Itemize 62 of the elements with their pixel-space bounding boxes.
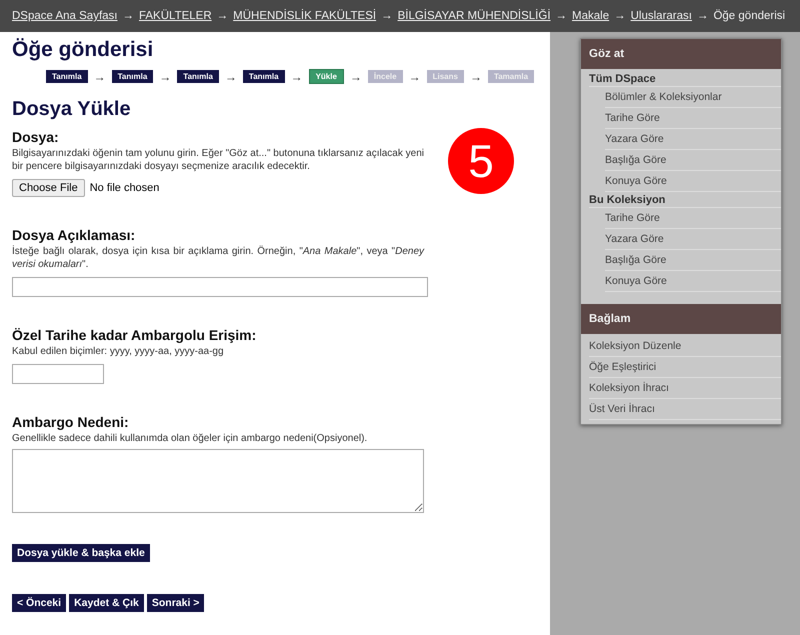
sidebar-link[interactable]: Tarihe Göre — [605, 108, 781, 129]
step-arrow: → — [290, 70, 303, 84]
sidebar-link[interactable]: Öğe Eşleştirici — [589, 357, 781, 378]
breadcrumb-separator: → — [614, 10, 626, 22]
sidebar-group-heading: Bu Koleksiyon — [589, 192, 781, 208]
step-arrow: → — [350, 70, 362, 84]
field-help: Genellikle sadece dahili kullanımda olan öğeler için ambargo nedeni(Opsiyonel). — [12, 432, 368, 445]
breadcrumb-separator: → — [696, 10, 708, 22]
nav-button[interactable]: < Önceki — [12, 594, 66, 612]
sidebar-link[interactable]: Başlığa Göre — [605, 250, 781, 271]
reason-textarea[interactable] — [12, 449, 424, 513]
breadcrumb-separator: → — [216, 10, 228, 22]
breadcrumb-separator: → — [556, 10, 568, 22]
step-arrow: → — [470, 70, 482, 84]
breadcrumb-link[interactable]: Makale — [572, 10, 610, 22]
breadcrumb-link[interactable]: MÜHENDİSLİK FAKÜLTESİ — [233, 10, 376, 22]
field-help: Kabul edilen biçimler: yyyy, yyyy-aa, yyyy-aa-gg — [12, 345, 225, 358]
sidebar-link[interactable]: Koleksiyon İhracı — [589, 378, 781, 399]
breadcrumb-link[interactable]: Uluslararası — [630, 10, 692, 22]
step-arrow: → — [224, 70, 237, 84]
sidebar-link[interactable]: Bölümler & Koleksiyonlar — [605, 87, 781, 108]
sidebar-link[interactable]: Yazara Göre — [605, 129, 781, 150]
progress-step[interactable]: Tanımla — [242, 70, 285, 83]
sidebar-link[interactable]: Koleksiyon Düzenle — [589, 336, 781, 357]
breadcrumb-separator: → — [381, 10, 393, 22]
file-status: No file chosen — [90, 182, 160, 194]
sidebar-link[interactable]: Konuya Göre — [605, 171, 781, 192]
nav-button[interactable]: Sonraki > — [146, 594, 204, 612]
field-label: Dosya Açıklaması: — [12, 227, 136, 243]
date-input[interactable] — [12, 364, 104, 384]
progress-step[interactable]: Tanımla — [177, 70, 219, 83]
sidebar-link[interactable]: Üst Veri İhracı — [589, 399, 781, 420]
step-arrow: → — [94, 70, 106, 84]
progress-step[interactable]: Yükle — [308, 69, 344, 84]
breadcrumb-link[interactable]: FAKÜLTELER — [138, 10, 212, 22]
section-title: Dosya Yükle — [12, 98, 132, 121]
breadcrumb-link[interactable]: DSpace Ana Sayfası — [12, 10, 118, 22]
upload-button[interactable]: Dosya yükle & başka ekle — [12, 544, 150, 562]
nav-button[interactable]: Kaydet & Çık — [69, 594, 144, 612]
choose-file-button[interactable]: Choose File — [12, 179, 85, 197]
sidebar-link[interactable]: Başlığa Göre — [605, 150, 781, 171]
page-title: Öğe gönderisi — [12, 38, 154, 62]
field-help: Bilgisayarınızdaki öğenin tam yolunu girin. Eğer "Göz at..." butonuna tıklarsanız açılacak yeni bir pencere bilgisayarınızdaki dosyayı seçmenize aracılık edecektir. — [12, 147, 424, 173]
step-arrow: → — [159, 70, 172, 84]
field-help: İsteğe bağlı olarak, dosya için kısa bir açıklama girin. Örneğin, "Ana Makale", veya "Deney verisi okumaları". — [12, 245, 424, 271]
current-page-label: Öğe gönderisi — [713, 10, 786, 22]
breadcrumb-separator: → — [122, 10, 134, 22]
sidebar-heading: Bağlam — [581, 304, 781, 334]
sidebar-link[interactable]: Yazara Göre — [605, 229, 781, 250]
description-input[interactable] — [12, 277, 428, 297]
sidebar-group-heading: Tüm DSpace — [589, 71, 781, 87]
progress-step[interactable]: Tanımla — [46, 70, 88, 83]
step-arrow: → — [408, 70, 421, 84]
breadcrumb-link[interactable]: BİLGİSAYAR MÜHENDİSLİĞİ — [398, 10, 551, 22]
progress-step[interactable]: Tanımla — [112, 70, 154, 83]
sidebar-heading: Göz at — [581, 39, 781, 69]
sidebar-link[interactable]: Tarihe Göre — [605, 208, 781, 229]
step-number-badge: 5 — [448, 128, 514, 194]
field-label: Özel Tarihe kadar Ambargolu Erişim: — [12, 327, 258, 343]
field-label: Dosya: — [12, 129, 60, 145]
sidebar-link[interactable]: Konuya Göre — [605, 271, 781, 292]
field-label: Ambargo Nedeni: — [12, 414, 130, 430]
